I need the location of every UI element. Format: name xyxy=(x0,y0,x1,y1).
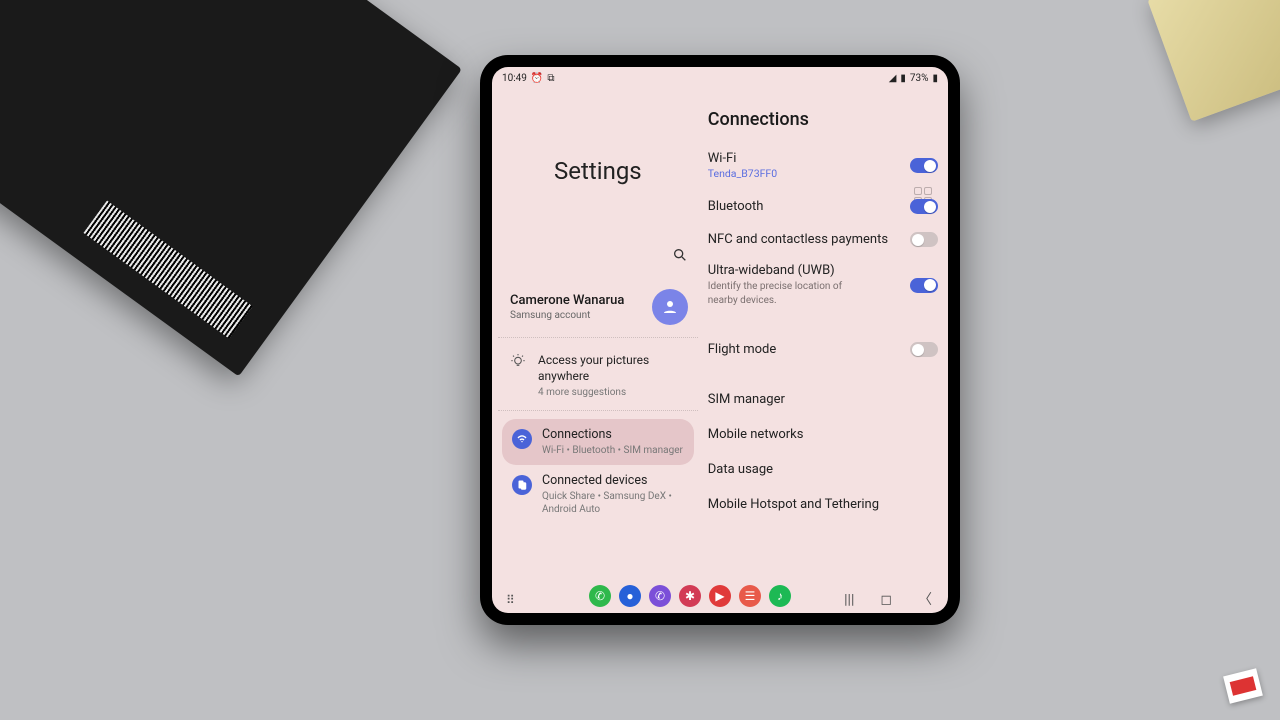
flight-mode-label: Flight mode xyxy=(708,342,777,357)
signal-icon: ▮ xyxy=(900,73,906,84)
toggle[interactable] xyxy=(910,199,938,214)
status-alarm-icon: ⏰ xyxy=(531,73,543,84)
product-box-prop: Galaxy Z Fold6 xyxy=(0,0,462,377)
home-button[interactable]: ◻ xyxy=(880,593,892,607)
conn-bluetooth[interactable]: Bluetooth xyxy=(706,190,940,223)
device-frame: 10:49 ⏰ ⧉ ◢ ▮ 73% ▮ Settings xyxy=(480,55,960,625)
settings-list: Connections Wi-Fi • Bluetooth • SIM manag… xyxy=(498,411,698,524)
page-title: Settings xyxy=(498,157,698,185)
conn-link-sim-manager[interactable]: SIM manager xyxy=(706,382,940,417)
dock-todo-icon[interactable]: ☰ xyxy=(739,585,761,607)
settings-item-connections[interactable]: Connections Wi-Fi • Bluetooth • SIM manag… xyxy=(502,419,694,465)
conn-sub: Identify the precise location of nearby … xyxy=(708,280,848,307)
conn-nfc-and-contactless-payments[interactable]: NFC and contactless payments xyxy=(706,223,940,256)
screen: 10:49 ⏰ ⧉ ◢ ▮ 73% ▮ Settings xyxy=(492,67,948,613)
connection-toggles: Wi-FiTenda_B73FF0 Bluetooth NFC and contac… xyxy=(706,144,940,317)
dock-youtube-icon[interactable]: ▶ xyxy=(709,585,731,607)
person-icon xyxy=(661,298,679,316)
app-drawer-icon[interactable]: ⠿ xyxy=(506,593,515,607)
conn-link-label: Mobile networks xyxy=(708,427,804,442)
conn-label: Ultra-wideband (UWB) xyxy=(708,263,848,278)
wifi-icon: ◢ xyxy=(889,73,897,84)
suggestion-card[interactable]: Access your pictures anywhere 4 more sug… xyxy=(498,338,698,411)
search-icon[interactable] xyxy=(672,247,688,263)
dock-viber-icon[interactable]: ✆ xyxy=(649,585,671,607)
lightbulb-icon xyxy=(510,354,526,398)
conn-link-data-usage[interactable]: Data usage xyxy=(706,452,940,487)
status-time: 10:49 xyxy=(502,73,527,84)
nav-bar: ||| ◻ 〈 xyxy=(844,593,932,607)
recents-button[interactable]: ||| xyxy=(844,593,854,607)
conn-label: Wi-Fi xyxy=(708,151,777,166)
detail-pane: Connections Wi-FiTenda_B73FF0 Bluetooth NF… xyxy=(702,87,948,581)
settings-item-title: Connections xyxy=(542,427,683,442)
detail-title: Connections xyxy=(708,109,940,130)
conn-label: NFC and contactless payments xyxy=(708,232,888,247)
settings-pane: Settings Camerone Wanarua Samsung accoun… xyxy=(492,87,702,581)
battery-icon: ▮ xyxy=(932,73,938,84)
settings-item-sub: Wi-Fi • Bluetooth • SIM manager xyxy=(542,444,683,457)
account-name: Camerone Wanarua xyxy=(510,293,624,308)
settings-item-icon xyxy=(512,475,532,495)
wood-block-prop xyxy=(1147,0,1280,122)
barcode-icon xyxy=(83,201,252,339)
flight-mode-toggle[interactable] xyxy=(910,342,938,357)
toggle[interactable] xyxy=(910,232,938,247)
suggestion-sub: 4 more suggestions xyxy=(538,387,686,398)
settings-item-sub: Quick Share • Samsung DeX • Android Auto xyxy=(542,490,684,516)
account-card[interactable]: Camerone Wanarua Samsung account xyxy=(498,285,698,338)
conn-link-mobile-networks[interactable]: Mobile networks xyxy=(706,417,940,452)
back-button[interactable]: 〈 xyxy=(918,593,932,607)
suggestion-title: Access your pictures anywhere xyxy=(538,352,686,384)
settings-item-connected-devices[interactable]: Connected devices Quick Share • Samsung D… xyxy=(502,465,694,524)
taskbar: ⠿ ✆ ● ✆ ✱ ▶ ☰ ♪ ||| ◻ 〈 xyxy=(492,581,948,613)
status-battery: 73% xyxy=(910,73,929,84)
conn-ultra-wideband-uwb-[interactable]: Ultra-wideband (UWB) Identify the precise… xyxy=(706,256,940,317)
dock: ✆ ● ✆ ✱ ▶ ☰ ♪ xyxy=(589,585,791,607)
conn-label: Bluetooth xyxy=(708,199,764,214)
dock-spotify-icon[interactable]: ♪ xyxy=(769,585,791,607)
status-cast-icon: ⧉ xyxy=(547,73,554,84)
dock-messages-icon[interactable]: ● xyxy=(619,585,641,607)
channel-logo xyxy=(1223,668,1263,703)
toggle[interactable] xyxy=(910,158,938,173)
conn-link-label: Mobile Hotspot and Tethering xyxy=(708,497,879,512)
settings-item-icon xyxy=(512,429,532,449)
connection-links: SIM manager Mobile networks Data usage Mobi… xyxy=(706,382,940,522)
dock-phone-icon[interactable]: ✆ xyxy=(589,585,611,607)
status-bar: 10:49 ⏰ ⧉ ◢ ▮ 73% ▮ xyxy=(492,67,948,87)
conn-link-mobile-hotspot-and-tethering[interactable]: Mobile Hotspot and Tethering xyxy=(706,487,940,522)
conn-wi-fi[interactable]: Wi-FiTenda_B73FF0 xyxy=(706,144,940,190)
conn-sub: Tenda_B73FF0 xyxy=(708,167,777,180)
settings-item-title: Connected devices xyxy=(542,473,684,488)
avatar[interactable] xyxy=(652,289,688,325)
conn-link-label: SIM manager xyxy=(708,392,785,407)
toggle[interactable] xyxy=(910,278,938,293)
flight-mode-item[interactable]: Flight mode xyxy=(706,333,940,366)
conn-link-label: Data usage xyxy=(708,462,773,477)
account-sub: Samsung account xyxy=(510,310,624,321)
dock-galaxy-icon[interactable]: ✱ xyxy=(679,585,701,607)
